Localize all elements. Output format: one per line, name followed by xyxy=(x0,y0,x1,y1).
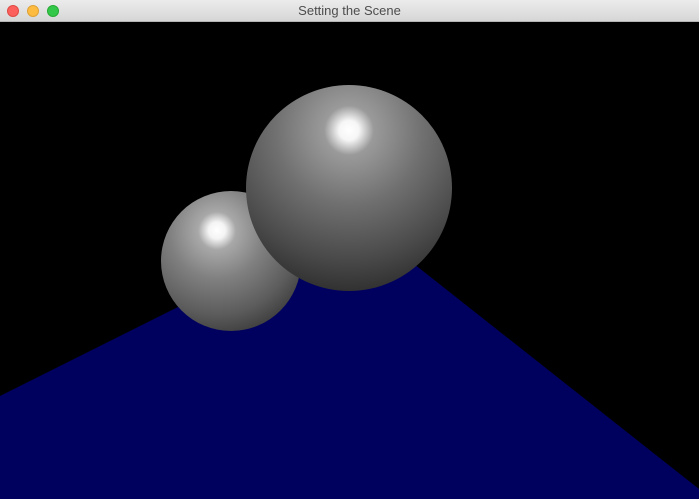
title-bar[interactable]: Setting the Scene xyxy=(0,0,699,22)
window-title: Setting the Scene xyxy=(298,3,401,18)
render-canvas[interactable] xyxy=(0,22,699,499)
large-sphere xyxy=(246,85,452,291)
scene-svg xyxy=(0,22,699,499)
app-window: Setting the Scene xyxy=(0,0,699,499)
